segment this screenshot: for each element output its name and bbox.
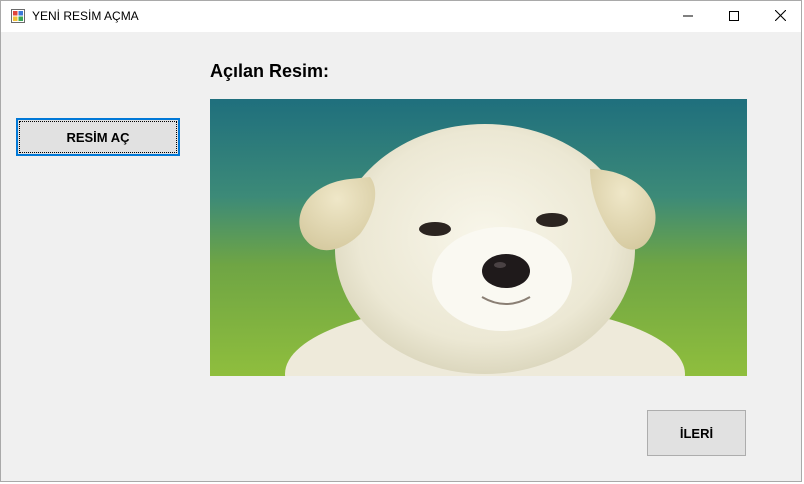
opened-image-heading: Açılan Resim: [210, 61, 330, 81]
minimize-icon [683, 8, 693, 26]
close-icon [774, 8, 786, 26]
maximize-button[interactable] [711, 1, 757, 32]
next-button[interactable]: İLERİ [647, 410, 746, 456]
close-button[interactable] [757, 1, 803, 32]
app-window: YENİ RESİM AÇMA RESİM AÇ Açılan Resim: İ… [0, 0, 802, 482]
window-title: YENİ RESİM AÇMA [32, 9, 139, 23]
puppy-photo [210, 99, 747, 376]
open-image-button[interactable]: RESİM AÇ [16, 118, 180, 156]
open-image-button-label: RESİM AÇ [66, 129, 130, 145]
next-button-label: İLERİ [679, 425, 714, 441]
app-window-icon [11, 9, 25, 23]
title-bar[interactable]: YENİ RESİM AÇMA [1, 1, 801, 32]
picture-box [210, 99, 747, 376]
maximize-icon [729, 8, 739, 26]
minimize-button[interactable] [665, 1, 711, 32]
